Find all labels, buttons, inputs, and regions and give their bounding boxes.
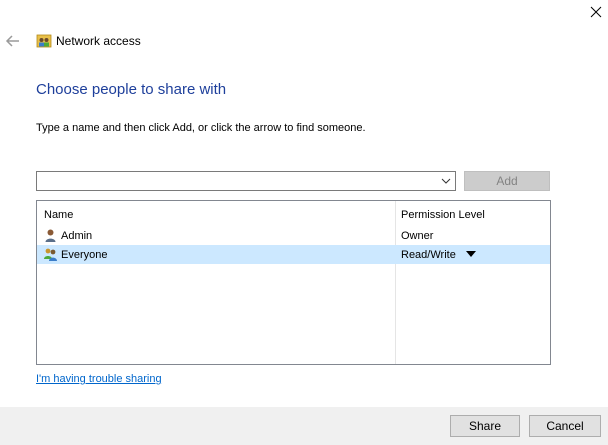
back-arrow-icon[interactable]	[4, 32, 22, 50]
page-heading: Choose people to share with	[36, 81, 227, 98]
add-button[interactable]: Add	[464, 171, 550, 191]
window-title: Network access	[56, 34, 141, 48]
network-users-icon	[36, 34, 52, 48]
people-list[interactable]: Name Permission Level Admin Owner Everyo…	[36, 200, 551, 365]
instruction-text: Type a name and then click Add, or click…	[36, 122, 366, 134]
user-icon	[45, 229, 56, 242]
caret-down-icon[interactable]	[466, 251, 476, 259]
column-header-name[interactable]: Name	[44, 208, 73, 222]
trouble-sharing-link[interactable]: I'm having trouble sharing	[36, 372, 162, 386]
row-name: Admin	[61, 230, 93, 242]
cancel-button[interactable]: Cancel	[529, 415, 601, 437]
users-group-icon	[44, 248, 57, 261]
row-name: Everyone	[61, 249, 108, 261]
close-icon[interactable]	[586, 2, 606, 22]
name-combobox[interactable]	[36, 171, 456, 191]
table-row[interactable]: Everyone Read/Write	[37, 245, 550, 264]
row-permission: Owner	[401, 230, 434, 242]
permission-dropdown[interactable]: Read/Write	[401, 248, 456, 262]
name-input[interactable]	[39, 173, 434, 189]
table-row[interactable]: Admin Owner	[37, 226, 550, 245]
share-button[interactable]: Share	[450, 415, 520, 437]
chevron-down-icon[interactable]	[441, 176, 451, 186]
column-header-permission[interactable]: Permission Level	[401, 208, 485, 222]
footer-bar: Share Cancel	[0, 407, 608, 445]
